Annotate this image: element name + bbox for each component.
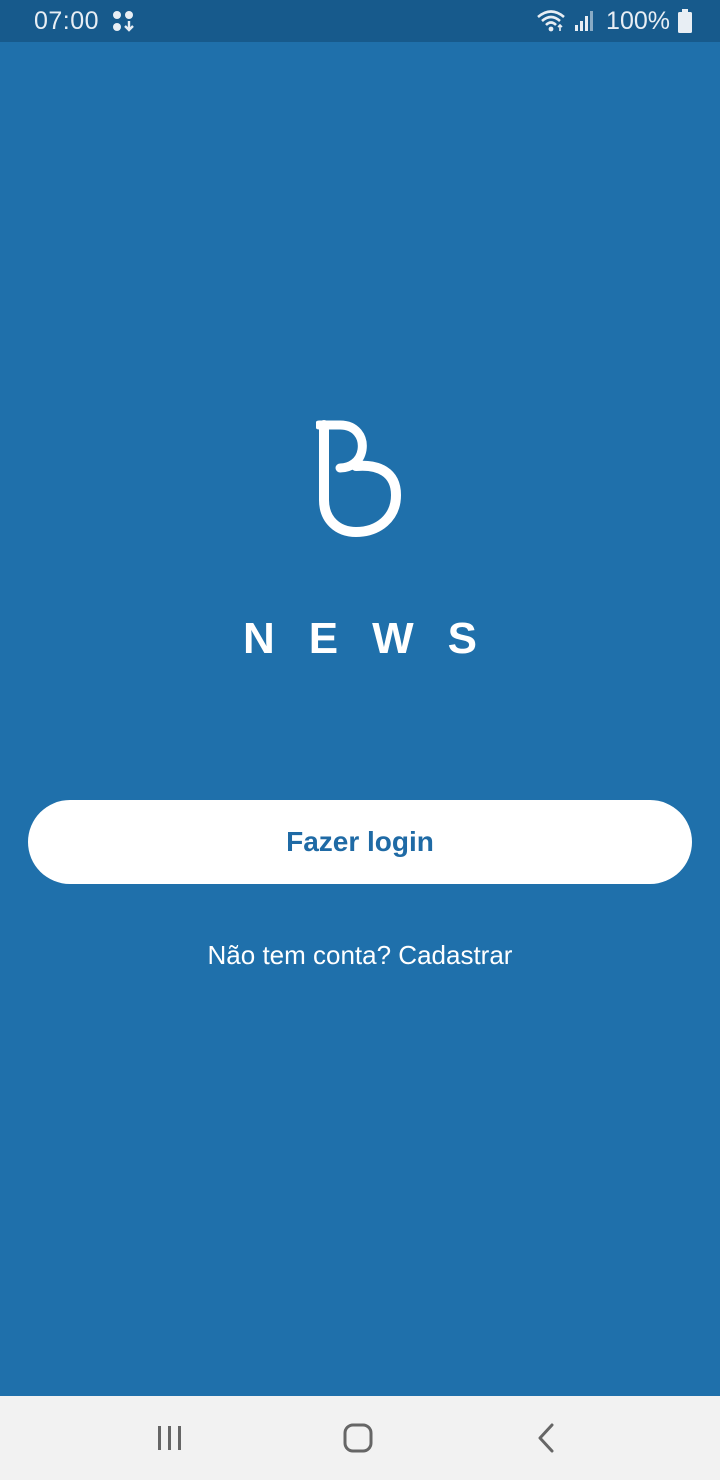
b-logo-icon [314, 420, 404, 540]
login-button[interactable]: Fazer login [28, 800, 692, 884]
battery-full-icon [678, 9, 692, 33]
navigation-bar [0, 1396, 720, 1480]
notification-dots-icon [111, 9, 135, 33]
status-right: 100% [528, 7, 692, 36]
signup-link[interactable]: Não tem conta? Cadastrar [0, 940, 720, 971]
status-bar: 07:00 100% [0, 0, 720, 42]
recents-icon[interactable] [148, 1416, 192, 1460]
status-left: 07:00 [34, 7, 135, 36]
status-time: 07:00 [34, 6, 100, 35]
wifi-icon [536, 9, 566, 33]
cell-signal-icon [574, 10, 596, 32]
battery-percent: 100% [606, 6, 670, 35]
splash-screen: NEWS Fazer login Não tem conta? Cadastra… [0, 42, 720, 1396]
home-icon[interactable] [336, 1416, 380, 1460]
back-icon[interactable] [524, 1416, 568, 1460]
brand-name: NEWS [243, 614, 511, 663]
